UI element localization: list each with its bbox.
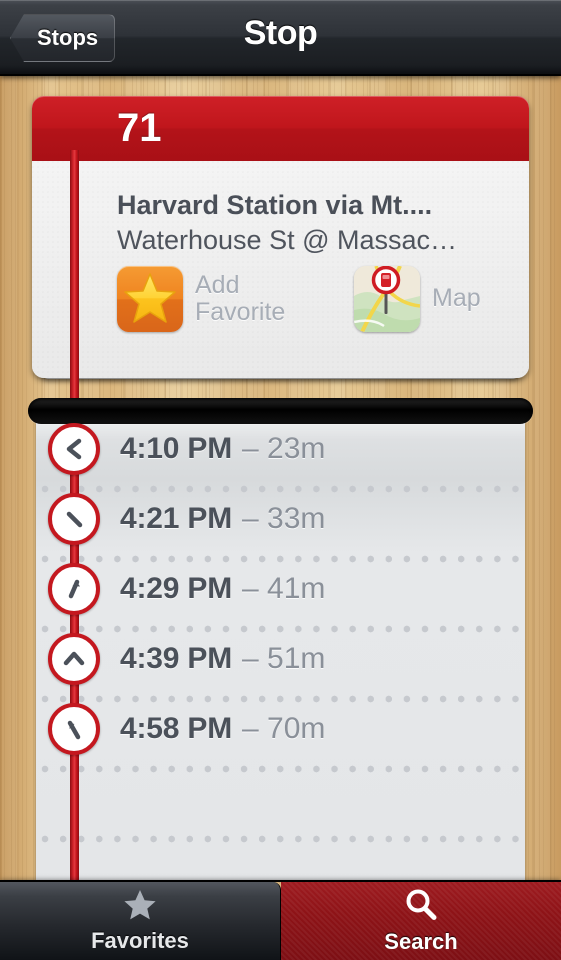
tab-favorites[interactable]: Favorites xyxy=(0,882,281,960)
arrival-eta: – 23m xyxy=(241,432,326,465)
arrival-row[interactable]: 4:58 PM – 70m xyxy=(36,694,525,764)
app-screen: Stops Stop 71 Harvard Station via Mt....… xyxy=(0,0,561,960)
star-icon xyxy=(117,266,183,332)
arrival-eta: – 41m xyxy=(241,572,326,605)
map-button[interactable]: Map xyxy=(354,266,481,332)
arrow-west-icon xyxy=(48,423,100,475)
add-favorite-label-line2: Favorite xyxy=(195,298,286,326)
arrow-southwest-icon xyxy=(48,703,100,755)
stop-name-text: Waterhouse St @ Massac… xyxy=(117,225,458,255)
route-line-upper xyxy=(70,150,79,404)
tab-search-label: Search xyxy=(384,928,458,954)
arrival-row[interactable]: 4:10 PM – 23m xyxy=(36,414,525,484)
route-card-body: Harvard Station via Mt.... Waterhouse St… xyxy=(32,161,529,378)
arrival-time: 4:39 PM xyxy=(120,642,232,675)
add-favorite-button[interactable]: Add Favorite xyxy=(117,266,315,332)
arrival-time: 4:10 PM xyxy=(120,432,232,465)
arrow-northeast-icon xyxy=(48,563,100,615)
list-slot xyxy=(28,398,533,424)
star-icon xyxy=(123,889,157,926)
arrivals-list[interactable]: 4:10 PM – 23m 4:21 PM – 33m 4:29 PM – 41m 4:39… xyxy=(36,414,525,880)
page-title: Stop xyxy=(243,14,318,52)
map-label: Map xyxy=(432,284,481,313)
arrival-row[interactable]: 4:29 PM – 41m xyxy=(36,554,525,624)
arrival-eta: – 70m xyxy=(241,712,326,745)
add-favorite-label: Add Favorite xyxy=(195,270,315,327)
map-pin-icon xyxy=(354,266,420,332)
action-row: Add Favorite Map xyxy=(117,266,529,344)
route-card-header: 71 xyxy=(32,96,529,161)
arrival-time: 4:58 PM xyxy=(120,712,232,745)
tab-favorites-label: Favorites xyxy=(91,927,189,953)
arrival-row[interactable]: 4:21 PM – 33m xyxy=(36,484,525,554)
arrow-north-icon xyxy=(48,633,100,685)
tab-bar: Favorites Search xyxy=(0,882,561,960)
arrow-southeast-icon xyxy=(48,493,100,545)
arrival-time: 4:21 PM xyxy=(120,502,232,535)
tab-search[interactable]: Search xyxy=(281,882,561,960)
arrival-eta: – 51m xyxy=(241,642,326,675)
arrivals-rows: 4:10 PM – 23m 4:21 PM – 33m 4:29 PM – 41m 4:39… xyxy=(36,414,525,764)
navigation-bar: Stops Stop xyxy=(0,0,561,76)
tabbar-divider xyxy=(0,880,561,882)
arrival-eta: – 33m xyxy=(241,502,326,535)
route-number: 71 xyxy=(117,106,162,150)
add-favorite-label-line1: Add xyxy=(195,270,240,299)
arrival-row[interactable]: 4:39 PM – 51m xyxy=(36,624,525,694)
route-card[interactable]: 71 Harvard Station via Mt.... Waterhouse… xyxy=(32,96,529,378)
search-icon xyxy=(404,888,438,927)
destination-text: Harvard Station via Mt.... xyxy=(117,190,433,220)
arrival-time: 4:29 PM xyxy=(120,572,232,605)
